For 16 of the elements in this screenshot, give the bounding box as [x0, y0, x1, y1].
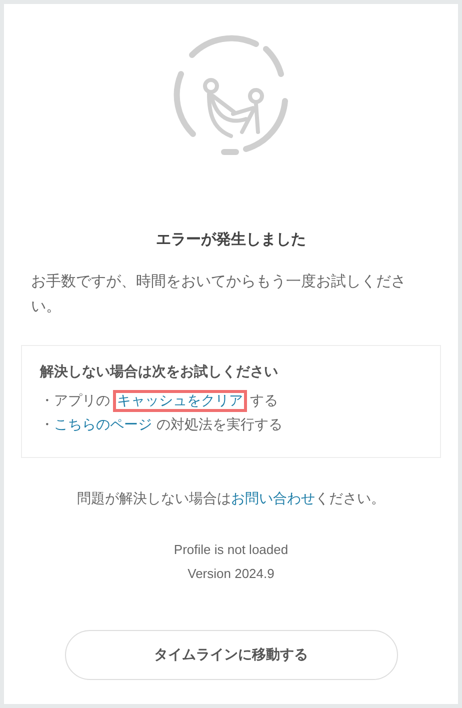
contact-link[interactable]: お問い合わせ — [231, 491, 315, 507]
tip-text: する — [250, 393, 278, 409]
bullet: ・ — [40, 393, 54, 409]
status-text: Profile is not loaded — [174, 541, 288, 559]
error-message: お手数ですが、時間をおいてからもう一度お試しください。 — [31, 271, 407, 317]
timeline-button[interactable]: タイムラインに移動する — [64, 630, 398, 680]
error-title: エラーが発生しました — [156, 230, 306, 249]
bullet: ・ — [40, 417, 54, 433]
tips-heading: 解決しない場合は次をお試しください — [40, 363, 279, 381]
link[interactable]: こちらのページ — [54, 417, 152, 433]
tip-text: の対処法を実行する — [155, 417, 282, 433]
tip-text: アプリの — [54, 393, 110, 409]
contact-text: ください。 — [315, 491, 385, 507]
contact-text: 問題が解決しない場合は — [77, 491, 231, 507]
version-text: Version 2024.9 — [188, 565, 274, 583]
link[interactable]: キャッシュをクリア — [113, 390, 247, 412]
